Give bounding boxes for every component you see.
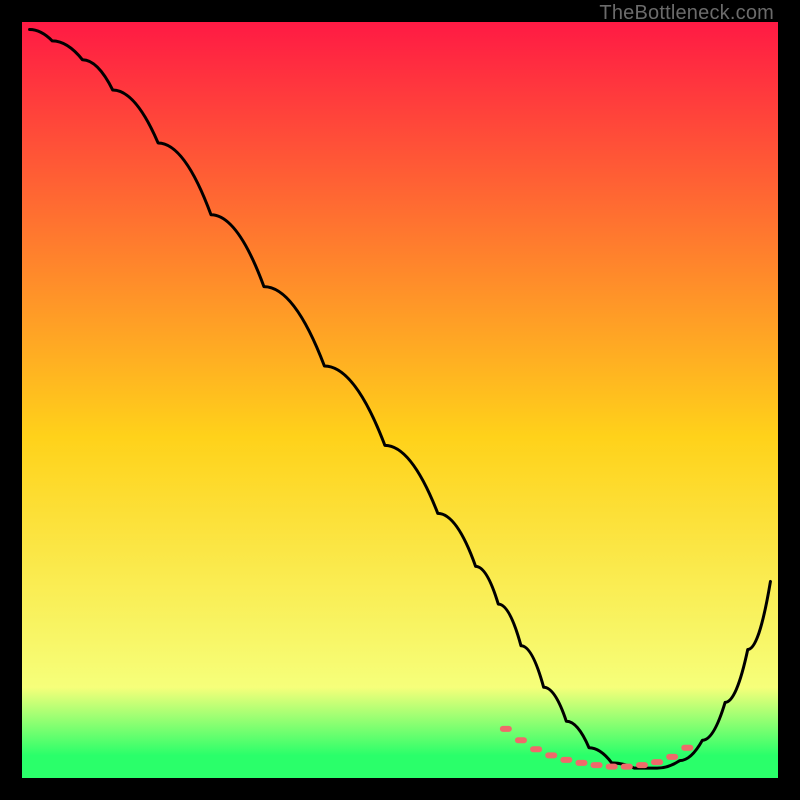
bottom-dot [591,762,603,768]
bottom-dot [651,759,663,765]
bottom-dot [530,746,542,752]
bottom-dot [560,757,572,763]
chart-plot [22,22,778,778]
chart-frame [22,22,778,778]
bottom-dot [545,752,557,758]
bottom-dot [515,737,527,743]
bottom-dot [621,764,633,770]
gradient-background [22,22,778,778]
bottom-dot [575,760,587,766]
bottom-dot [636,762,648,768]
bottom-dot [681,745,693,751]
watermark-text: TheBottleneck.com [599,2,774,25]
bottom-dot [500,726,512,732]
bottom-dot [666,754,678,760]
bottom-dot [606,764,618,770]
